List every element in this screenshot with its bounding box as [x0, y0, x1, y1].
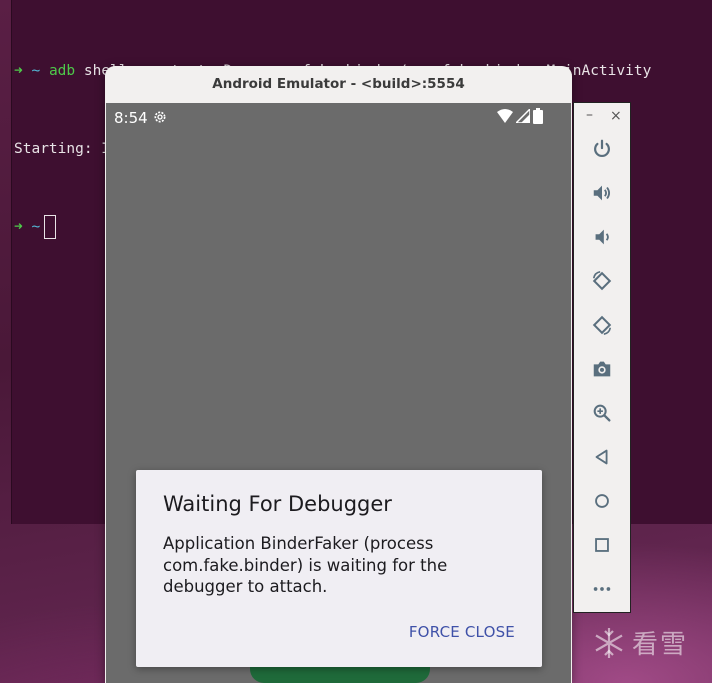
snowflake-logo-icon: [595, 627, 623, 658]
emulator-title: Android Emulator - <build>:5554: [212, 76, 465, 92]
volume-down-icon[interactable]: [590, 225, 614, 249]
force-close-button[interactable]: FORCE CLOSE: [409, 623, 515, 641]
more-options-icon[interactable]: [590, 577, 614, 601]
device-screen[interactable]: 8:54 Waiting For Debugger Application Bi…: [106, 103, 571, 683]
dialog-title: Waiting For Debugger: [163, 492, 392, 516]
back-icon[interactable]: [590, 445, 614, 469]
power-icon[interactable]: [590, 137, 614, 161]
emulator-toolbar: – ×: [573, 102, 631, 613]
zoom-icon[interactable]: [590, 401, 614, 425]
status-time: 8:54: [114, 109, 148, 127]
terminal-cursor[interactable]: [44, 215, 57, 239]
watermark: 看雪: [592, 624, 688, 661]
battery-icon: [533, 108, 543, 124]
prompt-arrow: ➜: [14, 63, 23, 79]
minimize-button[interactable]: –: [586, 107, 593, 123]
prompt-tilde: ~: [31, 63, 41, 79]
command-name: adb: [48, 63, 76, 79]
app-button-peek: [250, 667, 430, 683]
rotate-left-icon[interactable]: [590, 269, 614, 293]
wifi-icon: [497, 109, 513, 123]
dialog-message: Application BinderFaker (process com.fak…: [163, 534, 448, 596]
camera-icon[interactable]: [590, 357, 614, 381]
rotate-right-icon[interactable]: [590, 313, 614, 337]
watermark-text: 看雪: [632, 630, 689, 660]
prompt-arrow: ➜: [14, 219, 23, 235]
settings-gear-icon: [154, 111, 166, 123]
waiting-debugger-dialog: Waiting For Debugger Application BinderF…: [136, 470, 542, 667]
status-icons: [497, 108, 543, 124]
close-button[interactable]: ×: [610, 108, 622, 124]
status-bar: 8:54: [106, 103, 571, 131]
volume-up-icon[interactable]: [590, 181, 614, 205]
signal-icon: [516, 109, 530, 123]
toolbar-window-controls: – ×: [574, 107, 630, 125]
overview-icon[interactable]: [590, 533, 614, 557]
home-icon[interactable]: [590, 489, 614, 513]
emulator-window: Android Emulator - <build>:5554 8:54 Wai…: [105, 66, 572, 683]
prompt-tilde: ~: [31, 219, 41, 235]
